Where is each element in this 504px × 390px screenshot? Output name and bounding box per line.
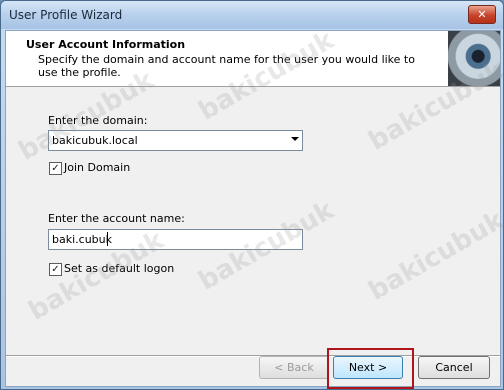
back-button[interactable]: < Back: [259, 356, 329, 379]
text-caret: [107, 232, 108, 246]
chevron-down-icon[interactable]: [291, 137, 299, 141]
window-title: User Profile Wizard: [9, 8, 123, 22]
domain-combobox[interactable]: bakicubuk.local: [48, 130, 303, 151]
wizard-header: User Account Information Specify the dom…: [6, 31, 500, 87]
default-logon-checkbox[interactable]: ✓: [49, 263, 62, 276]
next-button-highlight: [327, 348, 414, 389]
page-description: Specify the domain and account name for …: [38, 53, 415, 79]
title-bar: User Profile Wizard ✕: [1, 1, 503, 29]
account-name-input[interactable]: baki.cubuk: [48, 229, 303, 250]
close-button[interactable]: ✕: [468, 5, 496, 24]
account-name-value: baki.cubuk: [52, 233, 112, 246]
domain-value: bakicubuk.local: [52, 134, 138, 147]
cancel-button[interactable]: Cancel: [418, 356, 490, 379]
account-name-label: Enter the account name:: [48, 212, 185, 225]
wizard-client-area: User Account Information Specify the dom…: [5, 30, 501, 389]
page-title: User Account Information: [26, 38, 186, 51]
checkmark-icon: ✓: [51, 264, 60, 275]
default-logon-label[interactable]: Set as default logon: [64, 262, 174, 275]
wizard-window: User Profile Wizard ✕ User Account Infor…: [0, 0, 504, 390]
eye-image: [448, 31, 500, 86]
join-domain-checkbox[interactable]: ✓: [49, 162, 62, 175]
domain-label: Enter the domain:: [48, 114, 148, 127]
join-domain-label[interactable]: Join Domain: [64, 161, 130, 174]
checkmark-icon: ✓: [51, 163, 60, 174]
